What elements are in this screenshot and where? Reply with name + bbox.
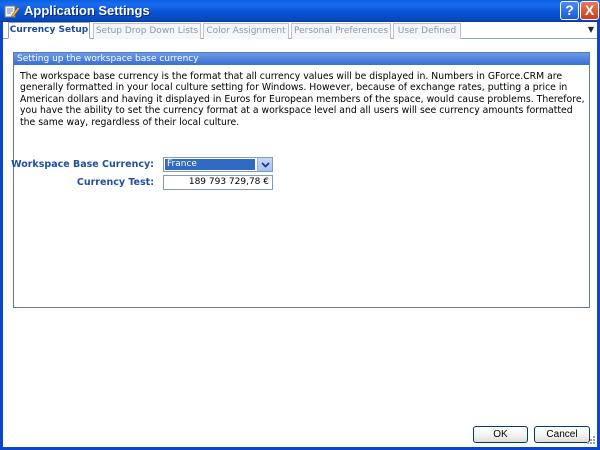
settings-pencil-icon: [4, 5, 20, 18]
tab-user-defined[interactable]: User Defined: [393, 23, 461, 39]
help-icon: ?: [565, 2, 574, 18]
currency-description: The workspace base currency is the forma…: [20, 71, 585, 128]
title-bar: Application Settings ? X: [0, 0, 600, 22]
currency-test-label: Currency Test:: [76, 177, 154, 188]
tab-currency-setup[interactable]: Currency Setup: [8, 22, 90, 39]
base-currency-value: France: [165, 159, 255, 170]
close-button[interactable]: X: [580, 1, 599, 20]
tab-strip: Currency Setup Setup Drop Down Lists Col…: [3, 22, 597, 39]
tab-personal-preferences[interactable]: Personal Preferences: [291, 23, 391, 39]
settings-window: Currency Setup Setup Drop Down Lists Col…: [0, 22, 600, 450]
currency-setup-panel: Setting up the workspace base currency T…: [11, 52, 590, 308]
panel-header: Setting up the workspace base currency: [14, 53, 589, 65]
base-currency-select[interactable]: France: [163, 157, 273, 172]
base-currency-label: Workspace Base Currency:: [11, 159, 154, 170]
tab-menu-arrow-icon[interactable]: ▼: [586, 24, 596, 36]
close-icon: X: [584, 2, 595, 18]
cancel-button[interactable]: Cancel: [534, 426, 590, 443]
ok-button[interactable]: OK: [473, 426, 528, 443]
window-title: Application Settings: [24, 3, 150, 18]
resize-grip-icon[interactable]: [587, 436, 595, 444]
tab-setup-drop-down-lists[interactable]: Setup Drop Down Lists: [93, 23, 201, 39]
currency-test-field: 189 793 729,78 €: [163, 175, 273, 190]
dropdown-button[interactable]: [257, 158, 272, 171]
chevron-down-icon: [261, 162, 270, 168]
help-button[interactable]: ?: [560, 1, 579, 20]
tab-color-assignment[interactable]: Color Assignment: [203, 23, 289, 39]
